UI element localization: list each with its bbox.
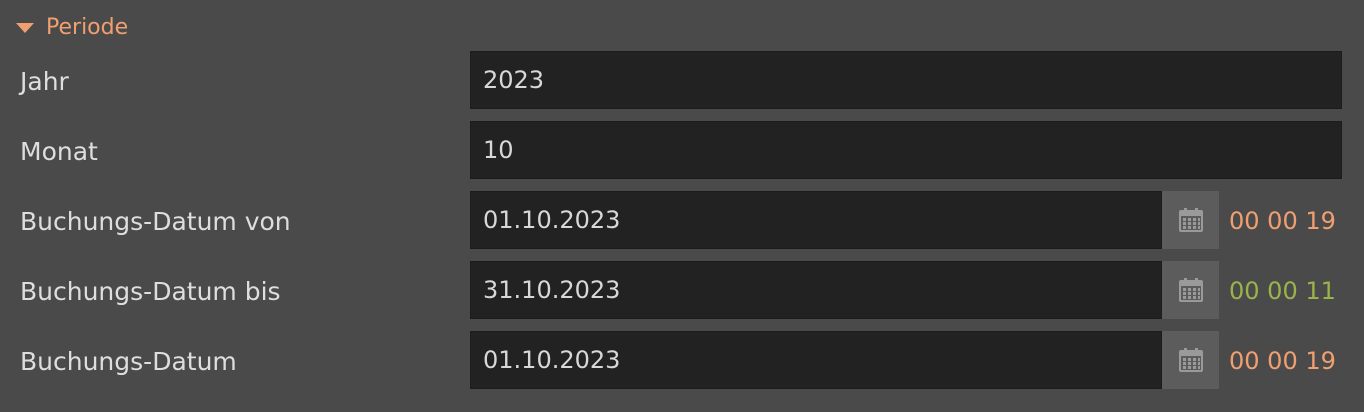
- section-toggle-periode[interactable]: Periode: [16, 13, 128, 41]
- periode-panel: Periode Jahr 2023 Monat 10 Buchungs-Datu…: [0, 0, 1364, 412]
- caret-down-icon: [16, 22, 34, 33]
- monat-input[interactable]: 10: [470, 121, 1342, 179]
- datum-von-counter: 00 00 19: [1229, 207, 1336, 235]
- datum-bis-calendar-button[interactable]: [1162, 261, 1219, 319]
- datum-von-input[interactable]: 01.10.2023: [470, 191, 1162, 249]
- form-row-datum: Buchungs-Datum 01.10.2023 00 00 19: [0, 331, 1364, 391]
- datum-counter: 00 00 19: [1229, 347, 1336, 375]
- jahr-input[interactable]: 2023: [470, 51, 1342, 109]
- calendar-icon: [1178, 208, 1203, 232]
- calendar-icon: [1178, 348, 1203, 372]
- field-label-datum-von: Buchungs-Datum von: [20, 207, 291, 236]
- form-row-jahr: Jahr 2023: [0, 51, 1364, 111]
- datum-input[interactable]: 01.10.2023: [470, 331, 1162, 389]
- field-label-datum: Buchungs-Datum: [20, 347, 237, 376]
- datum-von-calendar-button[interactable]: [1162, 191, 1219, 249]
- form-row-datum-von: Buchungs-Datum von 01.10.2023 00 00 19: [0, 191, 1364, 251]
- field-label-jahr: Jahr: [20, 67, 69, 96]
- datum-bis-counter: 00 00 11: [1229, 277, 1336, 305]
- field-label-monat: Monat: [20, 137, 98, 166]
- datum-calendar-button[interactable]: [1162, 331, 1219, 389]
- section-title: Periode: [46, 14, 129, 40]
- datum-bis-input[interactable]: 31.10.2023: [470, 261, 1162, 319]
- form-row-datum-bis: Buchungs-Datum bis 31.10.2023 00 00 11: [0, 261, 1364, 321]
- calendar-icon: [1178, 278, 1203, 302]
- field-label-datum-bis: Buchungs-Datum bis: [20, 277, 281, 306]
- form-row-monat: Monat 10: [0, 121, 1364, 181]
